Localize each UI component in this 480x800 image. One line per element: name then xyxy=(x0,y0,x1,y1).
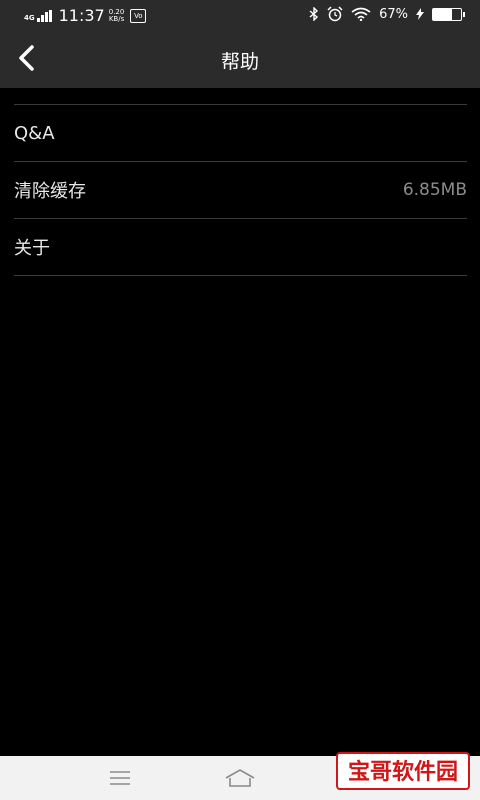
battery-fill xyxy=(433,8,452,20)
menu-item-label: 清除缓存 xyxy=(14,181,86,202)
alarm-icon xyxy=(327,6,343,22)
cache-size: 6.85MB xyxy=(402,180,467,200)
charging-icon xyxy=(416,8,424,20)
clock: 11:37 xyxy=(58,6,105,25)
menu-item-about[interactable]: 关于 xyxy=(14,219,467,276)
help-menu-list: Q&A 清除缓存 6.85MB 关于 xyxy=(14,104,467,276)
wifi-icon xyxy=(351,7,371,21)
battery-percent: 67% xyxy=(379,6,408,22)
menu-item-clear-cache[interactable]: 清除缓存 6.85MB xyxy=(14,162,467,219)
menu-item-qa[interactable]: Q&A xyxy=(14,105,467,162)
volte-icon: Vo xyxy=(130,8,147,23)
status-right: 67% xyxy=(309,6,465,22)
app-header: 帮助 xyxy=(0,30,480,88)
speed-unit: KB/s xyxy=(108,14,125,23)
watermark-logo: 宝哥软件园 xyxy=(336,752,470,790)
menu-nav-button[interactable] xyxy=(100,766,140,790)
network-speed: 0.20 KB/s xyxy=(108,8,125,23)
status-left: 4G 11:37 0.20 KB/s Vo xyxy=(24,6,147,25)
menu-item-label: Q&A xyxy=(14,122,55,144)
status-bar: 4G 11:37 0.20 KB/s Vo 67% xyxy=(0,0,480,30)
battery-icon xyxy=(432,7,465,21)
network-indicator: 4G xyxy=(24,9,53,22)
signal-icon xyxy=(36,9,52,22)
home-icon xyxy=(225,769,255,787)
menu-item-label: 关于 xyxy=(14,238,50,259)
menu-icon xyxy=(110,771,130,785)
bluetooth-icon xyxy=(309,7,319,21)
home-nav-button[interactable] xyxy=(220,766,260,790)
network-type: 4G xyxy=(24,13,35,22)
page-title: 帮助 xyxy=(220,51,259,73)
